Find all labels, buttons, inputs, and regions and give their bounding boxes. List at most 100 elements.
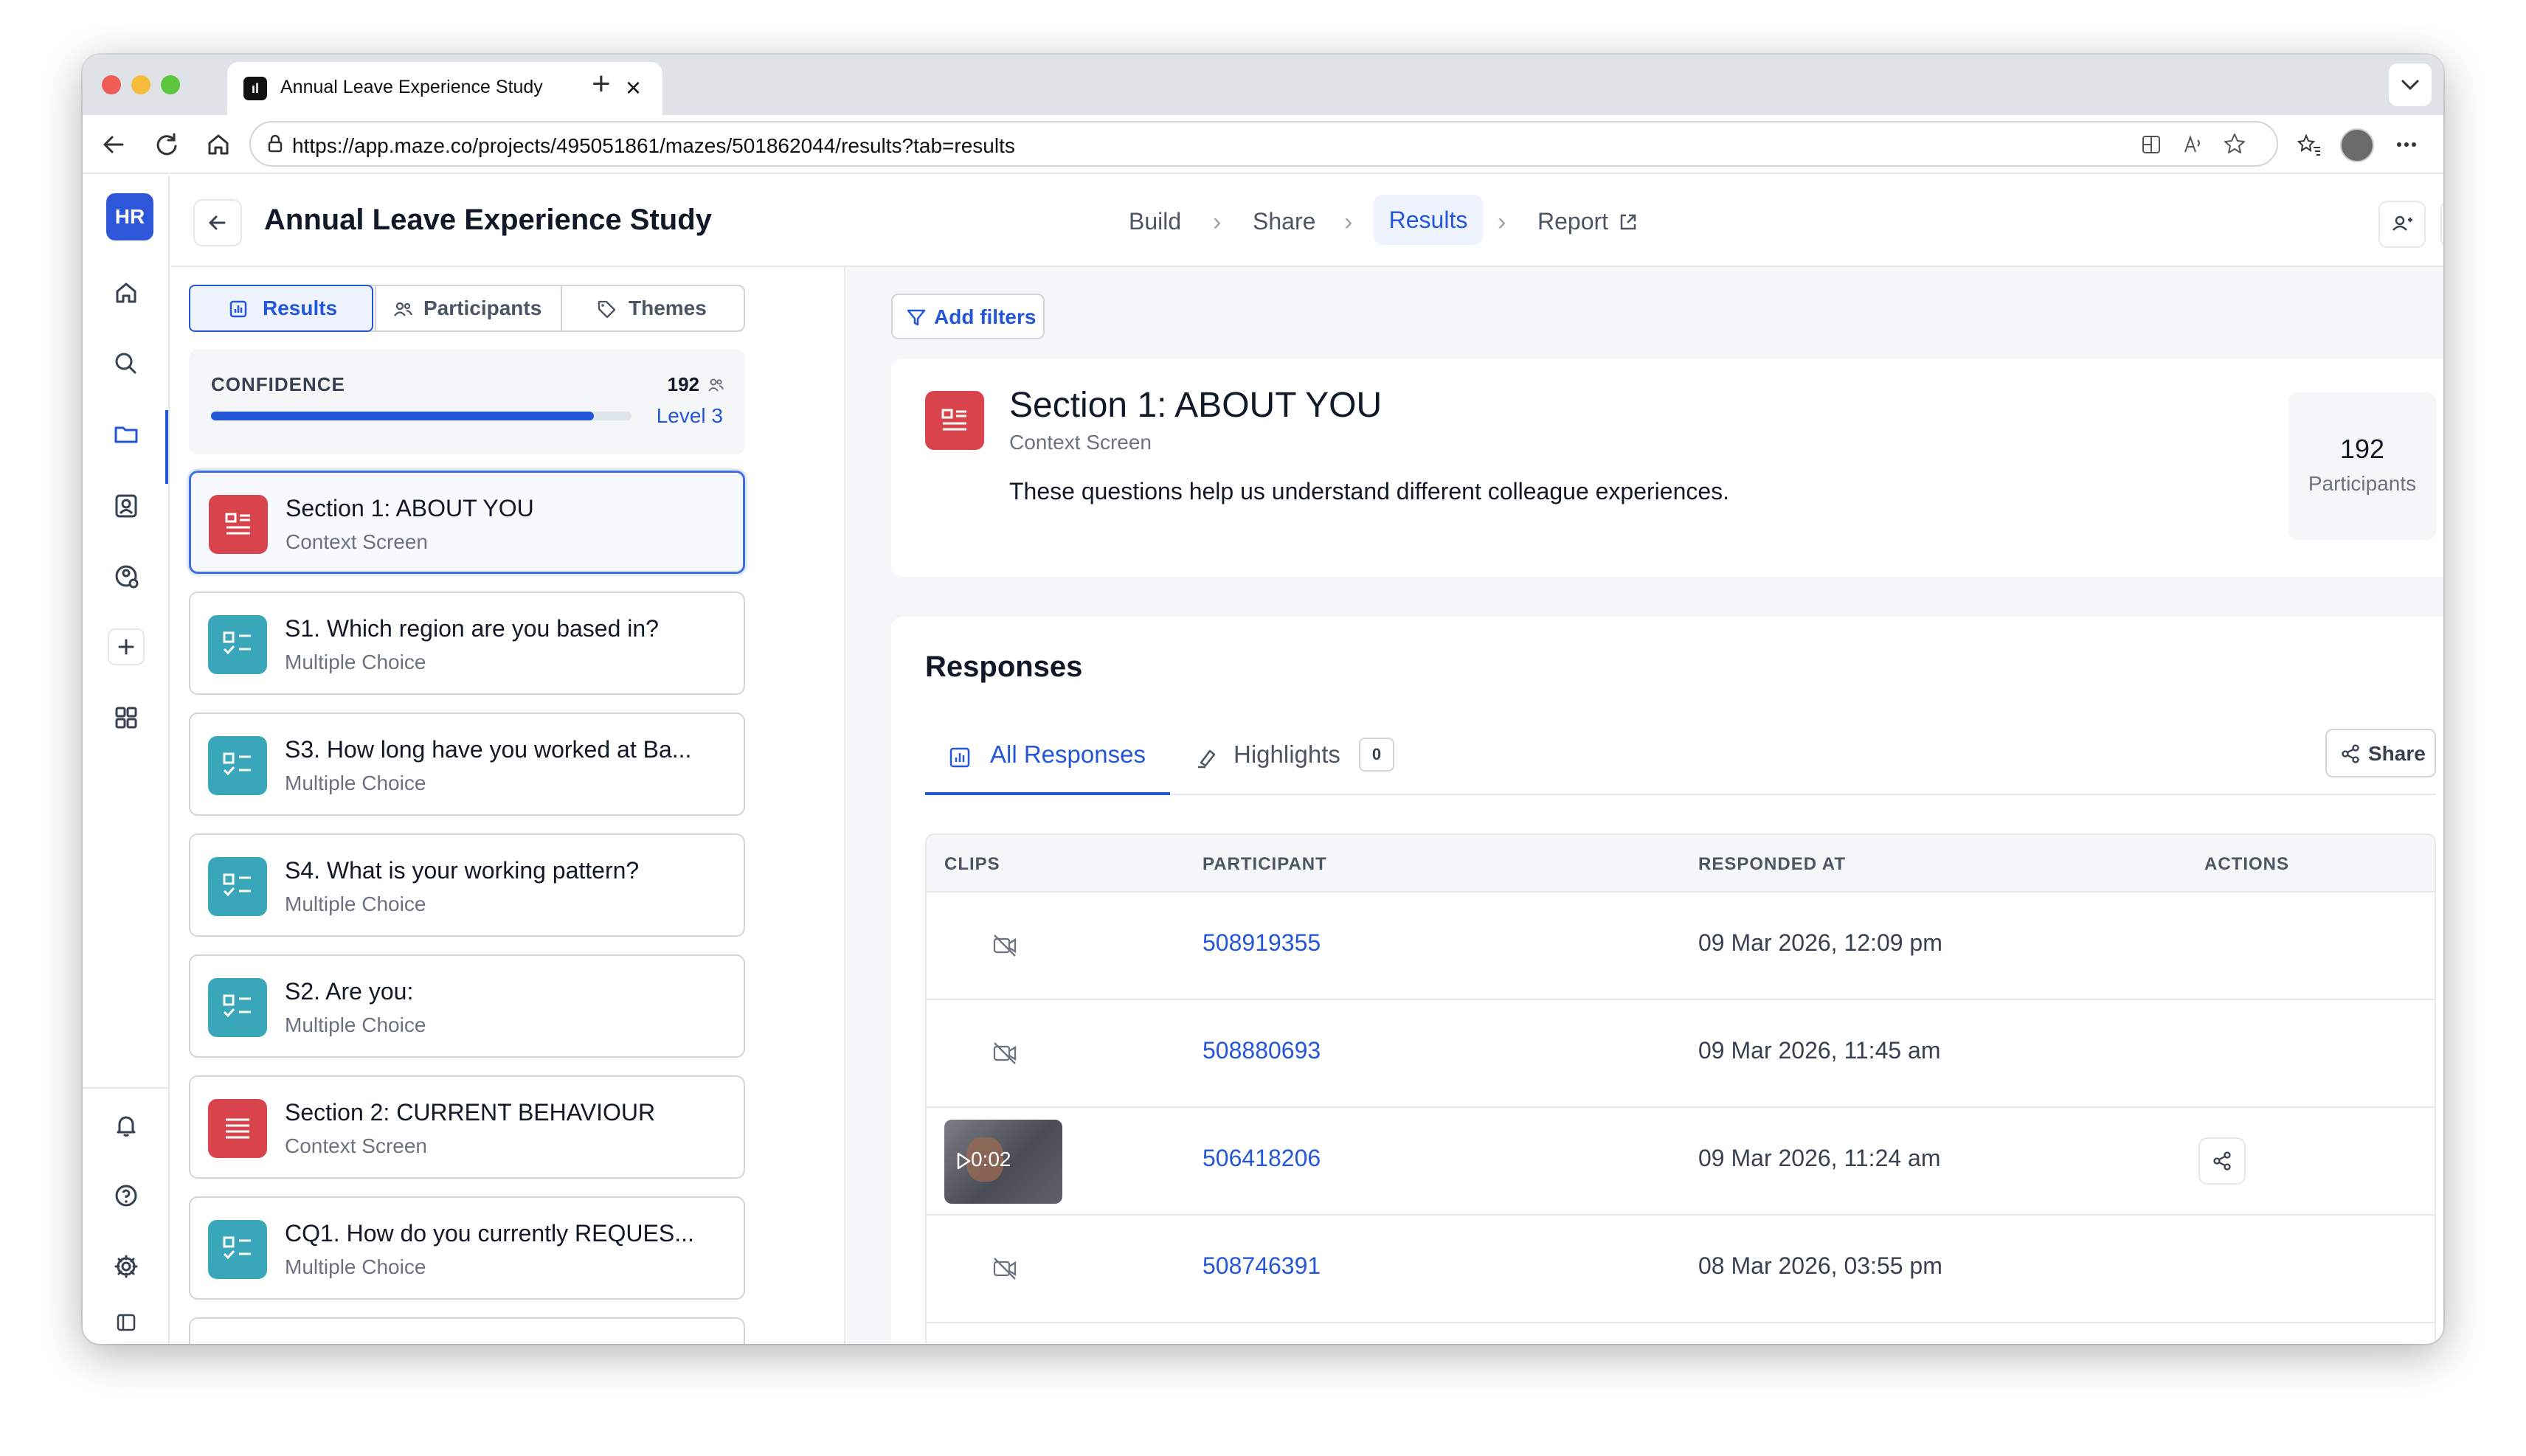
search-icon[interactable]: [108, 345, 145, 382]
tab-list-button[interactable]: [2389, 63, 2432, 106]
question-card[interactable]: S1. Which region are you based in? Multi…: [189, 592, 745, 695]
study-settings-button[interactable]: [2440, 201, 2443, 248]
table-row[interactable]: 0:02 506418206 09 Mar 2026, 11:24 am: [927, 1108, 2435, 1216]
chevron-right-icon: ›: [1213, 208, 1222, 236]
participants-stat: 192 Participants: [2288, 392, 2436, 540]
study-header: Annual Leave Experience Study Build › Sh…: [171, 176, 2443, 267]
contacts-icon[interactable]: [108, 487, 145, 524]
url-bar[interactable]: https://app.maze.co/projects/495051861/m…: [249, 121, 2278, 167]
bar-chart-icon: [229, 300, 247, 318]
participants-count: 192: [2339, 434, 2385, 464]
close-tab-icon[interactable]: ×: [626, 72, 641, 103]
tab-results-label: Results: [263, 297, 338, 319]
confidence-progress-bar: [211, 412, 632, 420]
table-row[interactable]: 508880693 09 Mar 2026, 11:45 am: [927, 1000, 2435, 1108]
responded-at: 08 Mar 2026, 03:55 pm: [1698, 1252, 1942, 1279]
no-video-icon: [993, 1258, 1017, 1280]
question-type: Multiple Choice: [285, 892, 426, 915]
workspace-logo[interactable]: HR: [106, 193, 153, 240]
tab-results[interactable]: Results: [189, 285, 373, 332]
favorites-list-icon[interactable]: [2296, 131, 2322, 158]
tab-participants[interactable]: Participants: [375, 286, 561, 330]
participant-id-link[interactable]: 508880693: [1203, 1037, 1321, 1064]
highlights-count-badge: 0: [1359, 738, 1394, 772]
add-user-icon: [2392, 215, 2412, 231]
minimize-window-button[interactable]: [131, 75, 150, 94]
more-options-icon[interactable]: [2392, 131, 2421, 158]
step-results[interactable]: Results: [1374, 195, 1483, 245]
participant-id-link[interactable]: 508919355: [1203, 929, 1321, 957]
arrow-left-icon: [209, 215, 226, 230]
questions-panel: Results Participants Themes CONFIDENCE 1…: [171, 267, 845, 1344]
multiple-choice-icon: [208, 1220, 267, 1279]
favorite-star-icon[interactable]: [2222, 131, 2247, 156]
responses-card: Responses All Responses Highlights 0 Sha…: [891, 617, 2443, 1344]
question-type: Multiple Choice: [285, 772, 426, 794]
folder-icon[interactable]: [108, 416, 145, 453]
users-icon: [394, 302, 413, 316]
question-title: CQ1. How do you currently REQUES...: [285, 1220, 694, 1247]
responded-at: 09 Mar 2026, 12:09 pm: [1698, 929, 1942, 956]
share-clip-button[interactable]: [2198, 1137, 2246, 1185]
home-icon[interactable]: [108, 274, 145, 311]
tab-themes[interactable]: Themes: [561, 286, 745, 330]
add-filters-button[interactable]: Add filters: [891, 294, 1045, 339]
back-arrow-icon[interactable]: [94, 125, 133, 164]
back-button[interactable]: [193, 199, 242, 246]
multiple-choice-icon: [208, 857, 267, 916]
confidence-level: Level 3: [656, 404, 723, 427]
bell-icon[interactable]: [108, 1106, 145, 1143]
responded-at: 09 Mar 2026, 11:45 am: [1698, 1037, 1941, 1064]
section-description: These questions help us understand diffe…: [1009, 478, 1730, 505]
participant-id-link[interactable]: 506418206: [1203, 1145, 1321, 1172]
invite-collaborator-button[interactable]: [2378, 201, 2426, 248]
read-aloud-icon[interactable]: [2181, 133, 2204, 156]
question-card[interactable]: S2. Are you: Multiple Choice: [189, 954, 745, 1058]
question-card[interactable]: CQ1. How do you currently REQUES... Mult…: [189, 1196, 745, 1300]
share-responses-button[interactable]: Share: [2325, 729, 2436, 777]
close-window-button[interactable]: [102, 75, 121, 94]
browser-window: ıl Annual Leave Experience Study × + htt…: [83, 55, 2443, 1344]
bar-chart-icon: [949, 747, 970, 768]
profile-avatar[interactable]: [2340, 128, 2374, 162]
video-clip-thumbnail[interactable]: 0:02: [944, 1120, 1062, 1204]
tab-all-responses-label: All Responses: [990, 741, 1146, 768]
table-row[interactable]: 508919355 09 Mar 2026, 12:09 pm: [927, 892, 2435, 1000]
browser-tab-title: Annual Leave Experience Study: [280, 77, 543, 97]
question-card[interactable]: Section 2: CURRENT BEHAVIOUR Context Scr…: [189, 1075, 745, 1179]
question-card[interactable]: S4. What is your working pattern? Multip…: [189, 833, 745, 937]
responses-table: CLIPS PARTICIPANT RESPONDED AT ACTIONS 5…: [925, 833, 2436, 1344]
chevron-down-icon: [2401, 80, 2419, 91]
no-video-icon: [993, 935, 1017, 957]
context-screen-icon: [925, 391, 984, 450]
question-title: S2. Are you:: [285, 978, 414, 1005]
zoom-window-button[interactable]: [161, 75, 180, 94]
create-button[interactable]: [108, 628, 145, 665]
context-screen-icon: [209, 495, 268, 554]
collapse-sidebar-icon[interactable]: [108, 1304, 145, 1341]
question-card[interactable]: Section 1: ABOUT YOU Context Screen: [189, 471, 745, 574]
column-header-actions: ACTIONS: [2204, 854, 2289, 874]
step-report[interactable]: Report: [1537, 208, 1608, 235]
question-title: S4. What is your working pattern?: [285, 857, 640, 884]
step-share[interactable]: Share: [1253, 208, 1315, 235]
table-row[interactable]: 508746391 08 Mar 2026, 03:55 pm: [927, 1216, 2435, 1323]
help-icon[interactable]: [108, 1177, 145, 1214]
tab-themes-label: Themes: [629, 297, 707, 319]
user-settings-icon[interactable]: [108, 558, 145, 594]
apps-grid-icon[interactable]: [108, 699, 145, 736]
home-icon[interactable]: [199, 125, 238, 164]
reload-icon[interactable]: [148, 125, 186, 164]
step-build[interactable]: Build: [1129, 208, 1181, 235]
new-tab-icon[interactable]: +: [592, 65, 611, 103]
tab-highlights-label: Highlights: [1233, 741, 1340, 768]
reader-view-icon[interactable]: [2139, 133, 2163, 156]
question-type: Context Screen: [285, 1134, 427, 1157]
table-header: CLIPS PARTICIPANT RESPONDED AT ACTIONS: [927, 835, 2435, 892]
gear-icon[interactable]: [108, 1248, 145, 1285]
question-card[interactable]: S3. How long have you worked at Ba... Mu…: [189, 713, 745, 816]
page-title: Annual Leave Experience Study: [264, 204, 712, 236]
participant-id-link[interactable]: 508746391: [1203, 1252, 1321, 1280]
maze-favicon-icon: ıl: [243, 77, 267, 100]
question-card-partial[interactable]: [189, 1317, 745, 1344]
